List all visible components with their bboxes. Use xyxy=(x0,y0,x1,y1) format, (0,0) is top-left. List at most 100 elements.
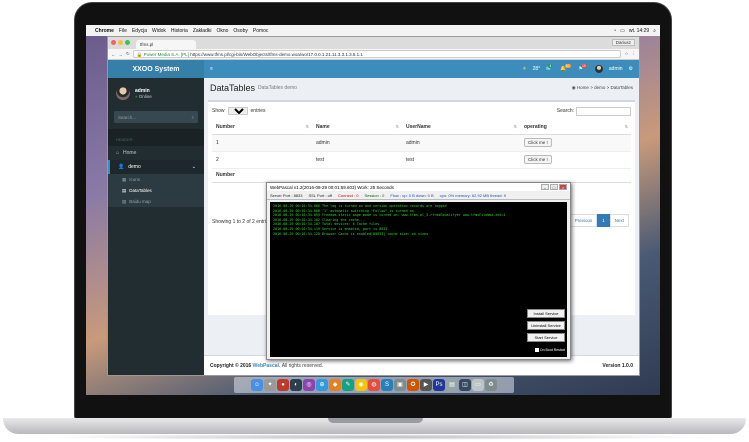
menu-icon[interactable]: ⋮ xyxy=(632,51,637,57)
sidebar-item-demo[interactable]: 👤 demo ⌄ xyxy=(108,160,204,174)
table-search-input[interactable] xyxy=(576,106,631,116)
webpascal-window[interactable]: WebPascal v1.2(2016-08-29 00:01:59.603) … xyxy=(266,182,571,360)
checkbox-icon[interactable] xyxy=(534,348,539,352)
wifi-icon[interactable]: ◔ xyxy=(613,28,616,34)
firefox-icon[interactable]: ◍ xyxy=(368,379,380,391)
col-username[interactable]: UserName ⇅ xyxy=(402,120,520,135)
finder-icon[interactable]: ☺ xyxy=(251,379,263,391)
dashboard-icon: ◉ xyxy=(571,85,576,90)
app-icon[interactable]: ◐ xyxy=(290,379,302,391)
uninstall-service-button[interactable]: Uninstall Service xyxy=(527,321,565,330)
launchpad-icon[interactable]: ✦ xyxy=(264,379,276,391)
menu-edit[interactable]: Edycja xyxy=(132,28,147,34)
popup-minimize-icon[interactable]: – xyxy=(541,184,549,190)
click-me-button[interactable]: Click me ! xyxy=(524,137,552,147)
app-icon[interactable]: ✪ xyxy=(407,379,419,391)
flow-stats: Flow : up: 0 B down: 0 B xyxy=(390,192,434,198)
app-icon[interactable]: ◆ xyxy=(329,379,341,391)
menu-file[interactable]: File xyxy=(119,28,127,34)
mac-menubar: Chrome File Edycja Widok Historia Zakład… xyxy=(86,25,660,36)
table-row: 2 test test Click me ! xyxy=(212,151,631,169)
app-icon[interactable]: ◎ xyxy=(303,379,315,391)
data-table: Number ⇅ Name ⇅ UserName ⇅ operating ⇅ 1 adm… xyxy=(212,120,631,183)
menu-view[interactable]: Widok xyxy=(152,28,166,34)
search-icon[interactable]: ⌕ xyxy=(191,115,194,120)
menu-history[interactable]: Historia xyxy=(171,28,188,34)
footer-copyright: Copyright © 2016 xyxy=(210,362,252,369)
col-number-label: Number xyxy=(216,123,235,130)
sidebar-search-input[interactable]: Search... ⌕ xyxy=(114,111,198,123)
menu-help[interactable]: Pomoc xyxy=(253,28,269,34)
top-navbar: ≡ ☀ 28° ✉4 🔔10 ⚑10 admin ⚙ xyxy=(204,60,639,78)
messages-badge: 4 xyxy=(548,64,553,68)
hamburger-icon[interactable]: ≡ xyxy=(210,66,213,72)
menu-window[interactable]: Okno xyxy=(216,28,228,34)
popup-close-icon[interactable]: × xyxy=(559,184,567,190)
install-service-button[interactable]: Install Service xyxy=(527,309,565,318)
reload-icon[interactable]: ↻ xyxy=(126,51,130,57)
star-icon[interactable]: ☆ xyxy=(624,51,628,57)
boot-restart-checkbox[interactable]: On Boot Restart xyxy=(534,348,565,352)
popup-maximize-icon[interactable]: □ xyxy=(550,184,558,190)
trash-icon[interactable]: ♻ xyxy=(485,379,497,391)
sidebar-sub-datatables[interactable]: ▤ DataTables xyxy=(108,185,204,196)
sidebar-sub-icons[interactable]: ▦ Icons xyxy=(108,174,204,185)
back-icon[interactable]: ← xyxy=(111,52,116,57)
gear-icon[interactable]: ⚙ xyxy=(629,66,633,72)
breadcrumb-current: DataTables xyxy=(610,85,633,90)
app-icon[interactable]: ◫ xyxy=(459,379,471,391)
sidebar-header: HEADER xyxy=(108,129,204,146)
server-port: Server Port : 8833 xyxy=(270,192,303,198)
breadcrumb-demo[interactable]: demo xyxy=(594,85,605,90)
maximize-window-icon[interactable] xyxy=(125,40,130,45)
map-icon: ▧ xyxy=(122,198,127,204)
app-icon[interactable]: ▤ xyxy=(446,379,458,391)
app-icon[interactable]: Ps xyxy=(433,379,445,391)
popup-status-bar: Server Port : 8833 SSL Port : off Connec… xyxy=(267,191,570,200)
popup-titlebar[interactable]: WebPascal v1.2(2016-08-29 00:01:59.603) … xyxy=(267,183,570,191)
url-field[interactable]: 🔒 Power Media S.A. [PL] https://www.tfms… xyxy=(132,50,622,58)
start-service-button[interactable]: Start Service xyxy=(527,333,565,342)
bell-icon[interactable]: 🔔10 xyxy=(560,64,572,72)
footer-link[interactable]: WebPascal. xyxy=(253,363,281,369)
menu-bookmarks[interactable]: Zakładki xyxy=(193,28,212,34)
cpu-stats: cpu: 0% memory: 62.92 MB thread: 9 xyxy=(439,192,506,198)
messages-icon[interactable]: ✉4 xyxy=(546,64,554,72)
entries-select[interactable]: 10 xyxy=(227,107,248,115)
breadcrumb-home[interactable]: Home xyxy=(577,85,589,90)
col-number[interactable]: Number ⇅ xyxy=(212,120,312,135)
flag-icon[interactable]: ⚑10 xyxy=(579,64,589,72)
menubar-clock[interactable]: wt. 14:29 xyxy=(629,28,649,34)
menubar-app[interactable]: Chrome xyxy=(95,28,114,34)
footer-rights: All rights reserved. xyxy=(281,362,324,369)
page-button[interactable]: 1 xyxy=(597,214,610,227)
browser-tab[interactable]: tfms.pl xyxy=(136,40,196,49)
menu-people[interactable]: Osoby xyxy=(233,28,247,34)
app-icon[interactable]: ● xyxy=(277,379,289,391)
app-icon[interactable]: ✎ xyxy=(342,379,354,391)
chrome-icon[interactable]: ◉ xyxy=(355,379,367,391)
sidebar-sub-baidumap[interactable]: ▧ Baidu map xyxy=(108,196,204,207)
skype-icon[interactable]: S xyxy=(381,379,393,391)
safari-icon[interactable]: ⊕ xyxy=(316,379,328,391)
table-icon: ▤ xyxy=(122,187,127,193)
service-buttons: Install Service Uninstall Service Start … xyxy=(527,309,565,342)
col-name[interactable]: Name ⇅ xyxy=(312,120,402,135)
folder-icon[interactable]: ▭ xyxy=(472,379,484,391)
app-icon[interactable]: ▶ xyxy=(420,379,432,391)
spotlight-icon[interactable]: ⌕ xyxy=(653,28,656,34)
navbar-user[interactable]: admin xyxy=(609,66,623,72)
navbar-avatar[interactable] xyxy=(594,65,603,73)
sidebar-item-home[interactable]: ⌂ Home xyxy=(108,146,204,160)
forward-icon[interactable]: → xyxy=(119,52,124,57)
close-window-icon[interactable] xyxy=(111,40,116,45)
app-icon[interactable]: ▣ xyxy=(394,379,406,391)
battery-icon[interactable]: ▭ xyxy=(620,28,625,34)
click-me-button[interactable]: Click me ! xyxy=(524,154,552,164)
minimize-window-icon[interactable] xyxy=(118,40,123,45)
brand-logo[interactable]: XXOO System xyxy=(108,60,204,78)
next-button[interactable]: Next xyxy=(609,214,629,227)
prev-button[interactable]: Previous xyxy=(569,214,598,227)
col-operating[interactable]: operating ⇅ xyxy=(520,120,631,135)
profile-button[interactable]: Dariusz xyxy=(611,39,635,46)
